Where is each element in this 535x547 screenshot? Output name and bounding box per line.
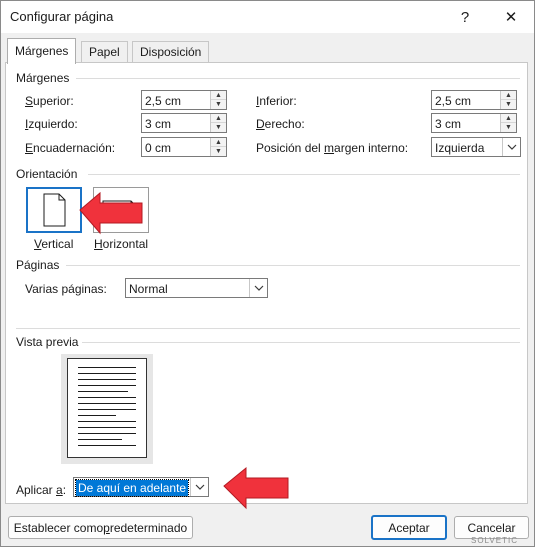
preview-line xyxy=(78,433,136,434)
preview-line xyxy=(78,373,136,374)
spin-up-icon[interactable]: ▲ xyxy=(501,114,516,123)
preview-line xyxy=(78,445,136,446)
margins-group-label: Márgenes xyxy=(16,71,70,85)
landscape-label: Horizontal xyxy=(94,237,149,251)
left-margin-spinner[interactable]: 3 cm ▲ ▼ xyxy=(141,113,227,133)
right-margin-value[interactable]: 3 cm xyxy=(435,117,461,131)
divider xyxy=(88,174,520,175)
gutter-position-value: Izquierda xyxy=(435,141,485,155)
chevron-down-icon[interactable] xyxy=(190,478,208,496)
preview-line xyxy=(78,379,136,380)
multiple-pages-label: Varias páginas: xyxy=(25,282,107,296)
title-bar: Configurar página ? ✕ xyxy=(1,1,534,33)
preview-line xyxy=(78,397,136,398)
gutter-value[interactable]: 0 cm xyxy=(145,141,171,155)
help-button[interactable]: ? xyxy=(442,1,488,33)
preview-line xyxy=(78,403,136,404)
portrait-page-icon xyxy=(43,193,66,227)
apply-to-value: De aquí en adelante xyxy=(74,479,190,497)
ok-button[interactable]: Aceptar xyxy=(371,515,447,540)
spin-up-icon[interactable]: ▲ xyxy=(501,91,516,100)
bottom-margin-value[interactable]: 2,5 cm xyxy=(435,94,471,108)
spin-up-icon[interactable]: ▲ xyxy=(211,114,226,123)
right-margin-label: Derecho: xyxy=(256,117,305,131)
page-setup-dialog: Configurar página ? ✕ Márgenes Papel Dis… xyxy=(0,0,535,547)
bottom-margin-spinner[interactable]: 2,5 cm ▲ ▼ xyxy=(431,90,517,110)
preview-line xyxy=(78,439,122,440)
apply-to-select[interactable]: De aquí en adelante xyxy=(73,477,209,497)
annotation-arrow-icon xyxy=(223,466,289,510)
preview-line xyxy=(78,409,136,410)
spin-up-icon[interactable]: ▲ xyxy=(211,91,226,100)
spin-down-icon[interactable]: ▼ xyxy=(211,100,226,109)
spin-up-icon[interactable]: ▲ xyxy=(211,138,226,147)
left-margin-value[interactable]: 3 cm xyxy=(145,117,171,131)
tab-strip: Márgenes Papel Disposición xyxy=(1,33,534,64)
left-margin-label: Izquierdo: xyxy=(25,117,78,131)
portrait-button[interactable] xyxy=(26,187,82,233)
tab-layout[interactable]: Disposición xyxy=(132,41,210,63)
preview-line xyxy=(78,427,136,428)
preview-group-label: Vista previa xyxy=(16,335,79,349)
watermark: SOLVETIC xyxy=(471,536,518,545)
preview-area xyxy=(61,354,153,464)
spin-down-icon[interactable]: ▼ xyxy=(211,123,226,132)
gutter-label: Encuadernación: xyxy=(25,141,116,155)
multiple-pages-value: Normal xyxy=(129,282,168,296)
preview-line xyxy=(78,391,128,392)
pages-group-label: Páginas xyxy=(16,258,60,272)
spin-down-icon[interactable]: ▼ xyxy=(501,123,516,132)
gutter-position-select[interactable]: Izquierda xyxy=(431,137,521,157)
divider xyxy=(16,328,520,329)
chevron-down-icon[interactable] xyxy=(502,138,520,156)
spin-down-icon[interactable]: ▼ xyxy=(501,100,516,109)
gutter-position-label: Posición del margen interno: xyxy=(256,141,409,155)
preview-line xyxy=(78,367,136,368)
multiple-pages-select[interactable]: Normal xyxy=(125,278,268,298)
preview-line xyxy=(78,415,116,416)
portrait-label: Vertical xyxy=(34,237,74,251)
close-button[interactable]: ✕ xyxy=(488,1,534,33)
preview-line xyxy=(78,385,136,386)
top-margin-label: Superior: xyxy=(25,94,74,108)
preview-line xyxy=(78,421,136,422)
apply-to-label: Aplicar a: xyxy=(16,483,67,497)
tab-margins[interactable]: Márgenes xyxy=(7,38,77,64)
right-margin-spinner[interactable]: 3 cm ▲ ▼ xyxy=(431,113,517,133)
divider xyxy=(76,78,520,79)
bottom-margin-label: Inferior: xyxy=(256,94,297,108)
close-icon: ✕ xyxy=(504,9,518,26)
top-margin-spinner[interactable]: 2,5 cm ▲ ▼ xyxy=(141,90,227,110)
chevron-down-icon[interactable] xyxy=(249,279,267,297)
top-margin-value[interactable]: 2,5 cm xyxy=(145,94,181,108)
divider xyxy=(82,342,520,343)
preview-page xyxy=(67,358,147,458)
orientation-group-label: Orientación xyxy=(16,167,78,181)
dialog-title: Configurar página xyxy=(10,9,114,24)
help-icon: ? xyxy=(460,8,470,26)
tab-panel: Márgenes Superior: 2,5 cm ▲ ▼ Inferior: 2… xyxy=(5,62,528,504)
gutter-spinner[interactable]: 0 cm ▲ ▼ xyxy=(141,137,227,157)
annotation-arrow-icon xyxy=(79,191,143,235)
divider xyxy=(66,265,520,266)
spin-down-icon[interactable]: ▼ xyxy=(211,147,226,156)
tab-paper[interactable]: Papel xyxy=(81,41,128,63)
set-as-default-button[interactable]: Establecer como p redeterminado xyxy=(8,516,193,539)
